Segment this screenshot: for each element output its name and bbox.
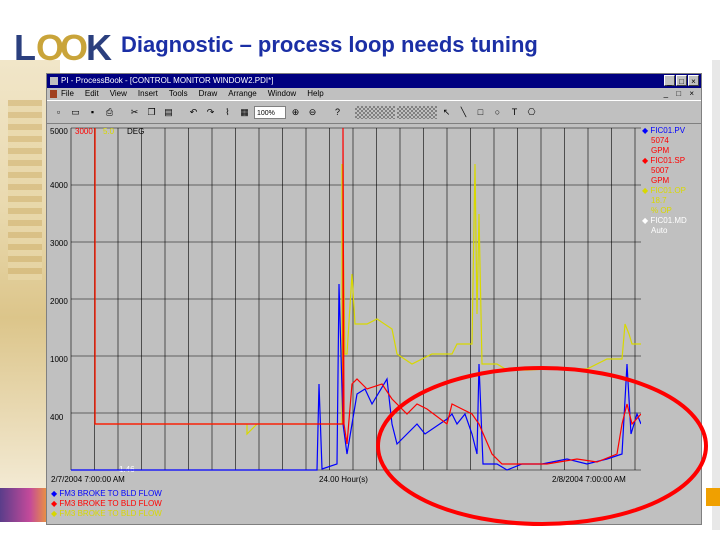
annotation-overlay <box>376 366 708 526</box>
highlight-circle <box>376 366 708 526</box>
